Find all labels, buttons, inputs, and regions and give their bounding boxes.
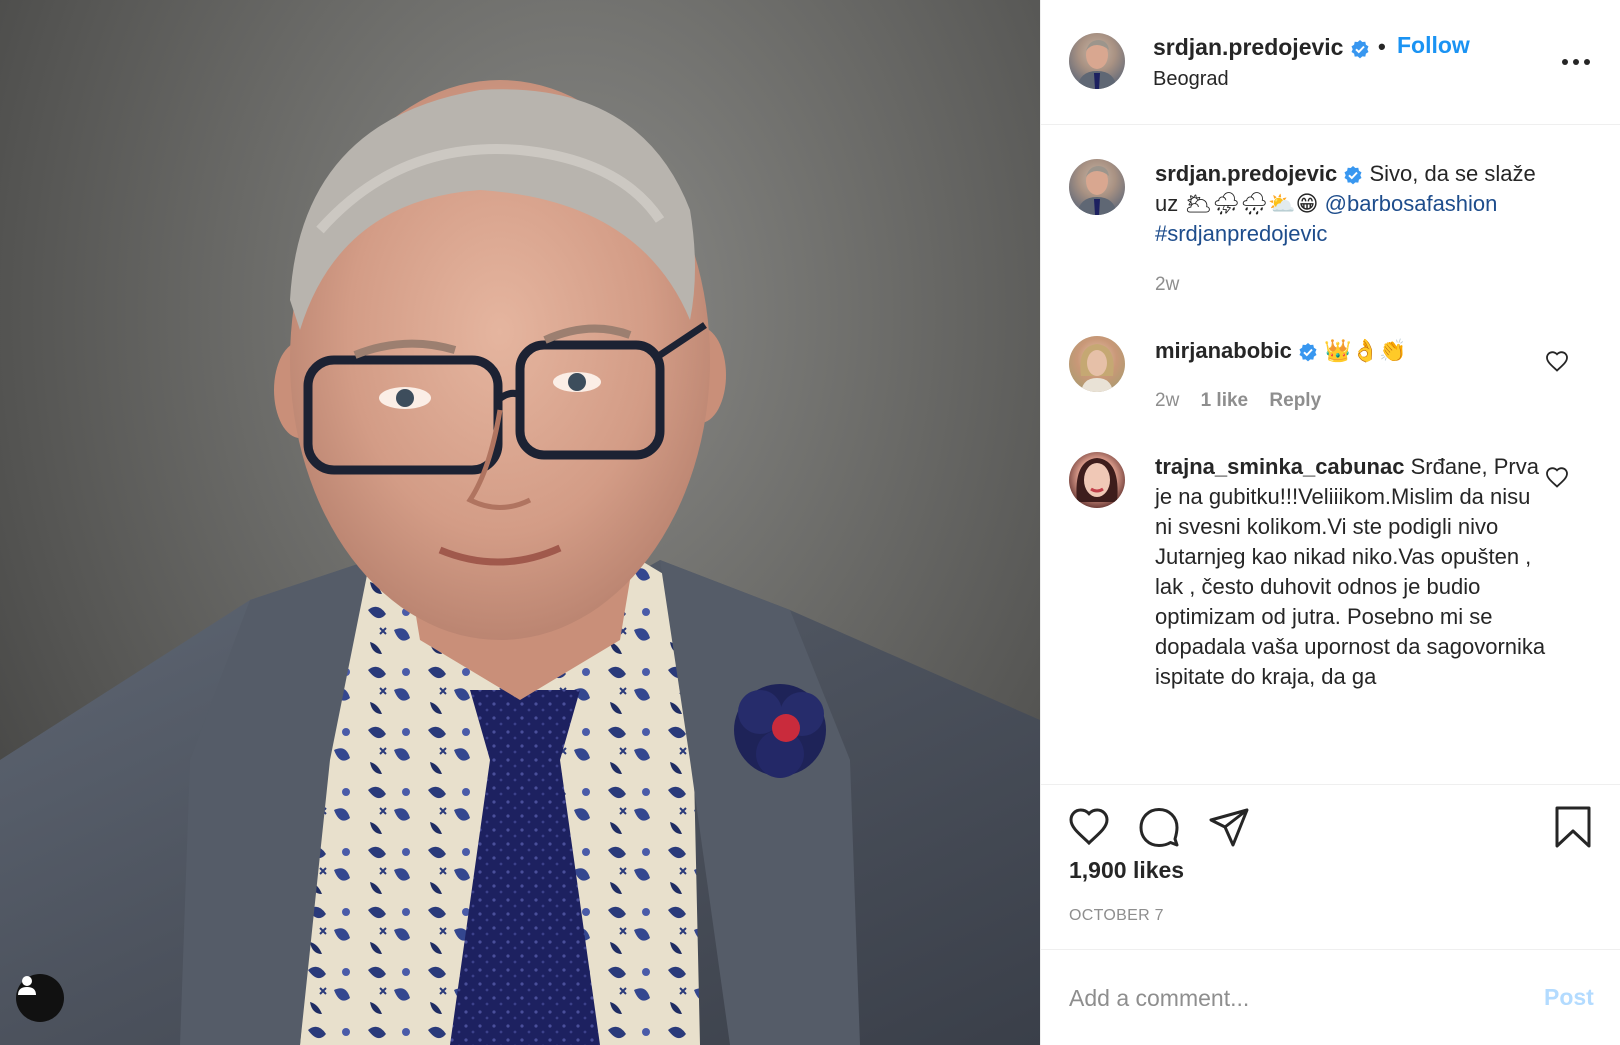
- post-header: srdjan.predojevic • Follow Beograd: [1041, 0, 1620, 125]
- comment-body: Srđane, Prva je na gubitku!!!Veliiikom.M…: [1155, 454, 1546, 689]
- comment-icon[interactable]: [1137, 805, 1181, 849]
- author-username-text[interactable]: srdjan.predojevic: [1153, 34, 1343, 60]
- author-avatar[interactable]: [1069, 33, 1125, 89]
- comment-username[interactable]: mirjanabobic: [1155, 338, 1292, 363]
- comment-composer: Post: [1041, 950, 1620, 1045]
- follow-button[interactable]: Follow: [1397, 32, 1470, 59]
- comments-section[interactable]: srdjan.predojevic Sivo, da se slaže uz 🌥…: [1041, 126, 1620, 784]
- header-separator: •: [1378, 34, 1386, 59]
- post-location[interactable]: Beograd: [1153, 68, 1229, 91]
- author-username[interactable]: srdjan.predojevic: [1153, 34, 1370, 61]
- caption-time[interactable]: 2w: [1155, 274, 1179, 295]
- caption-meta: 2w: [1155, 274, 1195, 296]
- post-side-panel: srdjan.predojevic • Follow Beograd srdja…: [1040, 0, 1620, 1045]
- avatar-portrait: [1076, 458, 1118, 502]
- caption-mention[interactable]: @barbosafashion: [1325, 191, 1498, 216]
- more-options-icon[interactable]: [1560, 54, 1592, 70]
- post-comment-button[interactable]: Post: [1544, 984, 1594, 1011]
- comment-body: 👑👌👏: [1324, 338, 1407, 363]
- comment-meta: 2w 1 like Reply: [1155, 390, 1337, 412]
- commenter-avatar[interactable]: [1069, 452, 1125, 508]
- comment-likes[interactable]: 1 like: [1201, 390, 1249, 411]
- avatar-portrait: [1077, 166, 1117, 215]
- avatar-portrait: [1080, 344, 1114, 392]
- bookmark-icon[interactable]: [1551, 805, 1595, 849]
- portrait-illustration: [0, 80, 1040, 1045]
- comment-input[interactable]: [1069, 978, 1509, 1018]
- caption-emoji: 🌥⛈🌧⛅😁: [1184, 191, 1319, 216]
- comment-like-heart-icon[interactable]: [1545, 350, 1569, 374]
- verified-badge-icon: [1299, 343, 1317, 362]
- post-photo[interactable]: [0, 0, 1040, 1045]
- caption-avatar[interactable]: [1069, 159, 1125, 215]
- reply-button[interactable]: Reply: [1269, 390, 1321, 411]
- comment-text: mirjanabobic 👑👌👏: [1155, 336, 1550, 366]
- tagged-users-button[interactable]: [16, 974, 64, 1022]
- caption-username[interactable]: srdjan.predojevic: [1155, 161, 1337, 186]
- comment-username[interactable]: trajna_sminka_cabunac: [1155, 454, 1404, 479]
- likes-count[interactable]: 1,900 likes: [1069, 857, 1184, 884]
- comment-text: trajna_sminka_cabunac Srđane, Prva je na…: [1155, 452, 1550, 692]
- comment-time[interactable]: 2w: [1155, 390, 1179, 411]
- heart-icon[interactable]: [1067, 805, 1111, 849]
- share-icon[interactable]: [1207, 805, 1251, 849]
- post-actions: 1,900 likes OCTOBER 7: [1041, 784, 1620, 950]
- caption-text: srdjan.predojevic Sivo, da se slaže uz 🌥…: [1155, 159, 1550, 249]
- avatar-portrait: [1077, 40, 1117, 89]
- verified-badge-icon: [1344, 166, 1362, 185]
- post-date[interactable]: OCTOBER 7: [1069, 907, 1164, 925]
- commenter-avatar[interactable]: [1069, 336, 1125, 392]
- user-icon: [18, 976, 36, 995]
- comment-like-heart-icon[interactable]: [1545, 466, 1569, 490]
- caption-hashtag[interactable]: #srdjanpredojevic: [1155, 221, 1327, 246]
- verified-badge-icon: [1351, 39, 1369, 59]
